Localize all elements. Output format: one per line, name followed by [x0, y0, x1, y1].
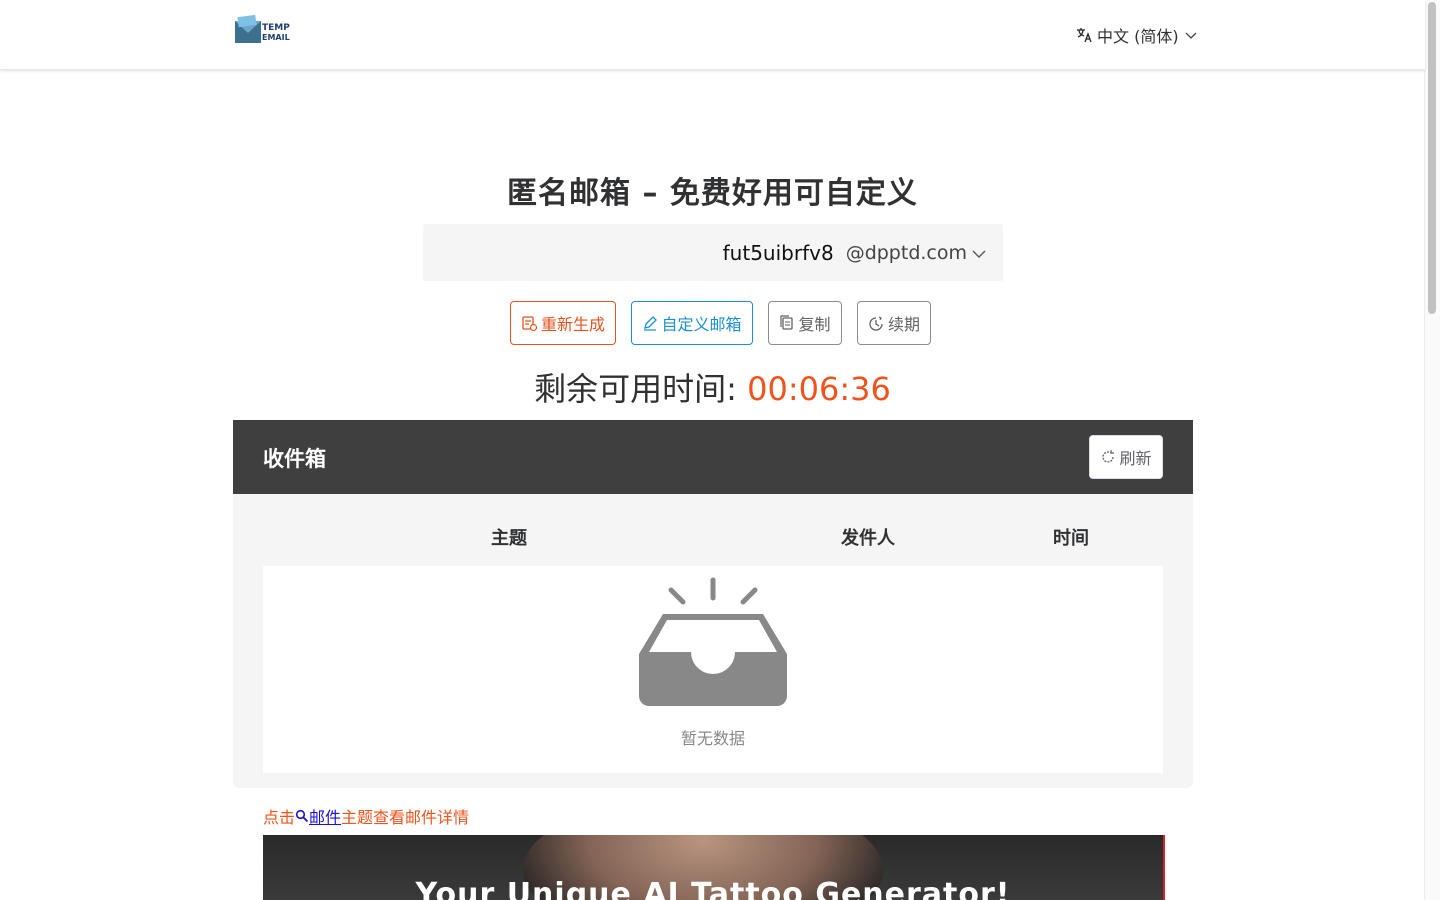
page-scrollbar[interactable] — [1424, 0, 1440, 900]
refresh-icon — [1102, 450, 1115, 463]
email-domain-select[interactable]: @dpptd.com — [846, 242, 987, 264]
inbox-title: 收件箱 — [263, 447, 326, 471]
copy-button[interactable]: 复制 — [768, 301, 842, 345]
refresh-label: 刷新 — [1119, 449, 1152, 468]
chevron-down-icon — [972, 250, 986, 258]
top-navbar: TEMP EMAIL 中文 (简体) — [0, 0, 1425, 70]
clock-renew-icon — [869, 315, 883, 331]
translate-icon — [1077, 28, 1092, 43]
svg-text:TEMP: TEMP — [262, 23, 290, 33]
language-selector[interactable]: 中文 (简体) — [1076, 22, 1198, 48]
email-address-box: fut5uibrfv8 @dpptd.com — [423, 224, 1003, 281]
custom-email-label: 自定义邮箱 — [661, 315, 742, 334]
empty-text: 暂无数据 — [680, 729, 745, 748]
hint-link[interactable]: 邮件 — [309, 804, 341, 828]
temp-email-logo[interactable]: TEMP EMAIL — [234, 15, 296, 45]
column-header-subject: 主题 — [491, 528, 527, 549]
hint-suffix: 主题查看邮件详情 — [341, 808, 470, 827]
ad-banner[interactable]: Your Unique AI Tattoo Generator! — [263, 835, 1165, 900]
search-icon — [295, 809, 309, 823]
inbox-hint: 点击 邮件 主题查看邮件详情 — [263, 804, 469, 828]
renew-label: 续期 — [887, 315, 920, 334]
email-username[interactable]: fut5uibrfv8 — [723, 241, 834, 265]
refresh-button[interactable]: 刷新 — [1089, 435, 1163, 479]
copy-icon — [780, 315, 794, 330]
remaining-time: 剩余可用时间: 00:06:36 — [0, 364, 1425, 410]
column-header-time: 时间 — [1053, 528, 1089, 549]
chevron-down-icon — [1185, 32, 1197, 39]
custom-email-button[interactable]: 自定义邮箱 — [631, 301, 753, 345]
empty-state: 暂无数据 — [263, 566, 1163, 773]
column-header-sender: 发件人 — [841, 528, 895, 549]
svg-text:EMAIL: EMAIL — [262, 33, 290, 42]
regenerate-label: 重新生成 — [540, 315, 605, 334]
inbox-table: 主题 发件人 时间 暂无数据 — [233, 494, 1193, 788]
page-title: 匿名邮箱 – 免费好用可自定义 — [507, 176, 918, 211]
action-buttons: 重新生成 自定义邮箱 复制 续期 — [0, 301, 1425, 345]
hint-prefix: 点击 — [263, 808, 296, 827]
timer-value: 00:06:36 — [747, 370, 891, 408]
timer-label: 剩余可用时间: — [534, 370, 737, 408]
empty-inbox-icon — [639, 577, 787, 706]
inbox-header: 收件箱 刷新 — [233, 420, 1193, 494]
edit-icon — [644, 316, 658, 331]
copy-label: 复制 — [798, 315, 831, 334]
email-domain-label: @dpptd.com — [845, 241, 967, 264]
renew-button[interactable]: 续期 — [857, 301, 931, 345]
language-label: 中文 (简体) — [1097, 27, 1179, 46]
banner-text: Your Unique AI Tattoo Generator! — [415, 877, 1011, 900]
scrollbar-thumb[interactable] — [1428, 2, 1436, 314]
regenerate-icon — [522, 315, 538, 331]
regenerate-button[interactable]: 重新生成 — [510, 301, 616, 345]
